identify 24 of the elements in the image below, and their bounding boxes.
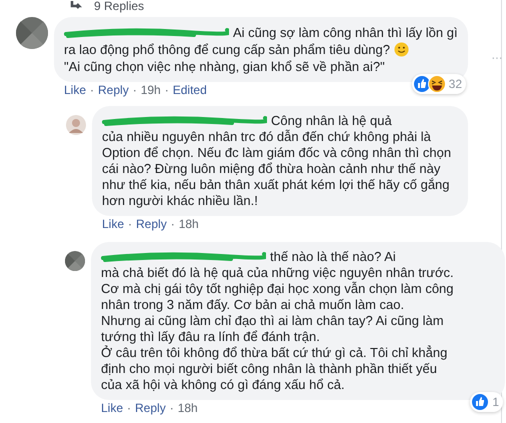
separator: · xyxy=(164,83,169,97)
separator: · xyxy=(170,401,174,415)
action-link[interactable]: Reply xyxy=(135,401,166,415)
separator: · xyxy=(132,83,137,97)
action-link[interactable]: Reply xyxy=(136,217,167,231)
action-link[interactable]: Reply xyxy=(98,83,129,97)
action-link[interactable]: Like xyxy=(102,217,124,231)
timestamp: 18h xyxy=(178,217,199,231)
separator: · xyxy=(128,217,132,231)
reaction-count: 1 xyxy=(492,394,499,411)
action-link[interactable]: Like xyxy=(101,401,124,415)
separator: · xyxy=(90,83,94,97)
replies-link[interactable]: 9 Replies xyxy=(94,0,144,12)
action-link[interactable]: Edited xyxy=(172,83,207,97)
timestamp: 18h xyxy=(178,401,198,415)
comment-text: Ai cũng sợ làm công nhân thì lấy lồn gì ra lao động phổ thông để cung cấp sản phẩm tiêu dùng? xyxy=(64,24,458,58)
separator: · xyxy=(170,217,175,231)
separator: · xyxy=(127,401,132,415)
reaction-count: 32 xyxy=(448,76,462,93)
comment-text: Công nhân là hệ quả của nhiều nguyên nhân trc đó dẫn đến chứ không phải là Option để chọn. Nếu đc làm giám đốc và công nhân thì chọn cái nào? Đừng luôn miệng đổ thừa hoàn cảnh như thế này như thế kia, nếu bản thân xuất phát kém lợi thế hãy cố gắng hơn người khác nhiều lần.! xyxy=(102,113,452,209)
timestamp: 19h xyxy=(140,83,161,97)
comment-text: thế nào là thế nào? Ai mà chả biết đó là hệ quả của những việc nguyên nhân trước. Cơ mà chị gái tôy tốt nghiệp đại học xong vẫn chọn làm công nhân trong 3 năm đấy. Cơ bản ai chả muốn làm cao. Nhưng ai cũng làm chỉ đạo thì ai làm chân tay? Ai cũng làm tướng thì lấy đâu ra lính để đánh trận. Ở câu trên tôi không đổ thừa bất cứ thứ gì cả. Tôi chỉ khẳng định cho mọi người biết công nhân là thành phần thiết yếu của xã hội và không có gì đáng xấu hổ cả. xyxy=(101,249,455,393)
comment-text: "Ai cũng chọn việc nhẹ nhàng, gian khổ sẽ về phần ai?" xyxy=(64,58,386,75)
action-link[interactable]: Like xyxy=(64,83,86,97)
